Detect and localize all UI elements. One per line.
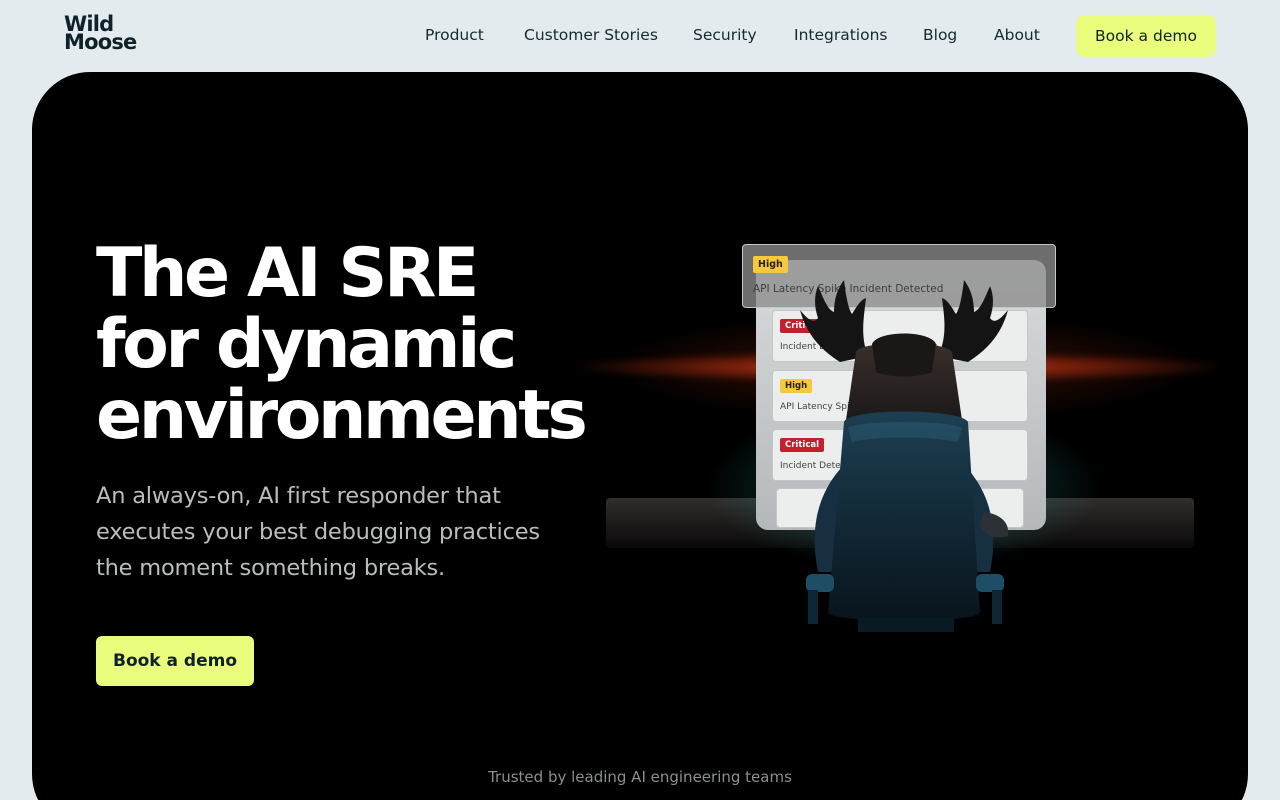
- subtitle-line-1: An always-on, AI first responder that: [96, 483, 501, 509]
- headline-line-2: for dynamic: [96, 305, 517, 384]
- nav-product[interactable]: Product: [425, 26, 484, 44]
- hero-section: The AI SRE for dynamic environments An a…: [32, 72, 1248, 800]
- nav-integrations[interactable]: Integrations: [794, 26, 887, 44]
- headline-line-1: The AI SRE: [96, 234, 479, 313]
- hero-subtitle: An always-on, AI first responder that ex…: [96, 478, 586, 586]
- book-demo-button-hero[interactable]: Book a demo: [96, 636, 254, 686]
- headline-line-3: environments: [96, 376, 588, 455]
- hero-illustration: Critical Incident Detected — Latency Spi…: [584, 232, 1216, 672]
- nav-about[interactable]: About: [994, 26, 1040, 44]
- subtitle-line-3: the moment something breaks.: [96, 555, 446, 581]
- hero-headline: The AI SRE for dynamic environments: [96, 234, 588, 455]
- subtitle-line-2: executes your best debugging practices: [96, 519, 540, 545]
- nav-customer-stories[interactable]: Customer Stories: [524, 26, 658, 44]
- trusted-by-caption: Trusted by leading AI engineering teams: [488, 768, 792, 786]
- moose-figure: [800, 280, 1009, 632]
- nav-security[interactable]: Security: [693, 26, 757, 44]
- nav-blog[interactable]: Blog: [923, 26, 957, 44]
- book-demo-button-header[interactable]: Book a demo: [1076, 15, 1216, 57]
